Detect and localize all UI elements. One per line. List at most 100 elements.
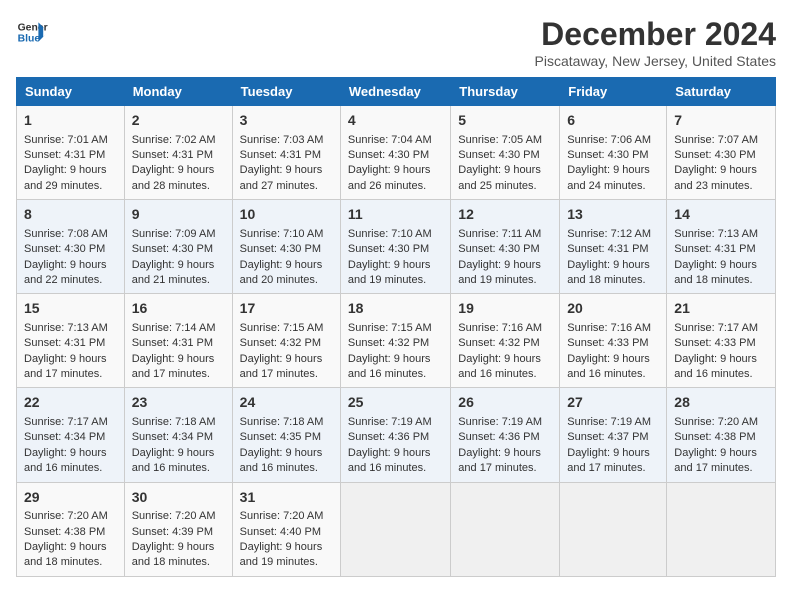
sunrise-label: Sunrise: 7:16 AM [567,322,651,334]
calendar-day-cell: 30 Sunrise: 7:20 AM Sunset: 4:39 PM Dayligh… [124,482,232,576]
sunset-label: Sunset: 4:37 PM [567,431,648,443]
calendar-day-cell: 1Sunrise: 7:01 AMSunset: 4:31 PMDaylight… [17,106,125,200]
day-number: 11 [348,205,443,225]
sunrise-label: Sunrise: 7:17 AM [674,322,758,334]
location: Piscataway, New Jersey, United States [535,53,776,69]
daylight-label: Daylight: 9 hours and 28 minutes. [132,164,215,191]
calendar-week-row: 15Sunrise: 7:13 AMSunset: 4:31 PMDayligh… [17,294,776,388]
daylight-label: Daylight: 9 hours and 19 minutes. [458,259,541,286]
sunrise-label: Sunrise: 7:12 AM [567,228,651,240]
sunset-label: Sunset: 4:30 PM [674,149,755,161]
sunrise-label: Sunrise: 7:03 AM [240,134,324,146]
sunset-label: Sunset: 4:40 PM [240,526,321,538]
sunrise-label: Sunrise: 7:18 AM [132,416,216,428]
day-number: 10 [240,205,333,225]
sunset-label: Sunset: 4:30 PM [348,149,429,161]
calendar-day-cell: 26Sunrise: 7:19 AMSunset: 4:36 PMDayligh… [451,388,560,482]
sunset-label: Sunset: 4:31 PM [567,243,648,255]
sunrise-label: Sunrise: 7:13 AM [24,322,108,334]
day-number: 30 [132,488,225,508]
calendar-day-cell: 18Sunrise: 7:15 AMSunset: 4:32 PMDayligh… [340,294,450,388]
sunset-label: Sunset: 4:31 PM [132,149,213,161]
daylight-label: Daylight: 9 hours and 29 minutes. [24,164,107,191]
calendar-day-cell: 19Sunrise: 7:16 AMSunset: 4:32 PMDayligh… [451,294,560,388]
sunrise-label: Sunrise: 7:10 AM [240,228,324,240]
day-number: 18 [348,299,443,319]
sunset-label: Sunset: 4:34 PM [132,431,213,443]
calendar-header-cell: Friday [560,78,667,106]
calendar-day-cell: 24Sunrise: 7:18 AMSunset: 4:35 PMDayligh… [232,388,340,482]
sunrise-label: Sunrise: 7:14 AM [132,322,216,334]
daylight-label: Daylight: 9 hours and 21 minutes. [132,259,215,286]
calendar-week-row: 8Sunrise: 7:08 AMSunset: 4:30 PMDaylight… [17,200,776,294]
daylight-label: Daylight: 9 hours and 27 minutes. [240,164,323,191]
day-number: 14 [674,205,768,225]
calendar-day-cell: 28Sunrise: 7:20 AMSunset: 4:38 PMDayligh… [667,388,776,482]
sunrise-label: Sunrise: 7:19 AM [348,416,432,428]
sunrise-label: Sunrise: 7:04 AM [348,134,432,146]
calendar-day-cell [667,482,776,576]
sunrise-label: Sunrise: 7:20 AM [132,510,216,522]
calendar-day-cell: 20Sunrise: 7:16 AMSunset: 4:33 PMDayligh… [560,294,667,388]
day-number: 19 [458,299,552,319]
sunset-label: Sunset: 4:36 PM [458,431,539,443]
sunset-label: Sunset: 4:33 PM [674,337,755,349]
daylight-label: Daylight: 9 hours and 16 minutes. [348,353,431,380]
day-number: 2 [132,111,225,131]
sunset-label: Sunset: 4:33 PM [567,337,648,349]
calendar-day-cell: 23Sunrise: 7:18 AMSunset: 4:34 PMDayligh… [124,388,232,482]
sunset-label: Sunset: 4:38 PM [674,431,755,443]
calendar-week-row: 22Sunrise: 7:17 AMSunset: 4:34 PMDayligh… [17,388,776,482]
daylight-label: Daylight: 9 hours and 16 minutes. [132,447,215,474]
calendar-day-cell: 22Sunrise: 7:17 AMSunset: 4:34 PMDayligh… [17,388,125,482]
sunset-label: Sunset: 4:30 PM [458,243,539,255]
sunrise-label: Sunrise: 7:02 AM [132,134,216,146]
sunrise-label: Sunrise: 7:20 AM [240,510,324,522]
svg-text:Blue: Blue [18,34,41,45]
sunrise-label: Sunrise: 7:09 AM [132,228,216,240]
daylight-label: Daylight: 9 hours and 16 minutes. [458,353,541,380]
sunset-label: Sunset: 4:36 PM [348,431,429,443]
calendar-header-row: SundayMondayTuesdayWednesdayThursdayFrid… [17,78,776,106]
sunrise-label: Sunrise: 7:17 AM [24,416,108,428]
daylight-label: Daylight: 9 hours and 17 minutes. [567,447,650,474]
logo-icon: General Blue [16,16,48,48]
sunset-label: Sunset: 4:30 PM [567,149,648,161]
calendar-table: SundayMondayTuesdayWednesdayThursdayFrid… [16,77,776,577]
day-number: 9 [132,205,225,225]
sunrise-label: Sunrise: 7:19 AM [567,416,651,428]
daylight-label: Daylight: 9 hours and 16 minutes. [567,353,650,380]
day-number: 28 [674,393,768,413]
sunrise-label: Sunrise: 7:01 AM [24,134,108,146]
daylight-label: Daylight: 9 hours and 17 minutes. [240,353,323,380]
sunrise-label: Sunrise: 7:19 AM [458,416,542,428]
day-number: 5 [458,111,552,131]
daylight-label: Daylight: 9 hours and 17 minutes. [674,447,757,474]
calendar-week-row: 1Sunrise: 7:01 AMSunset: 4:31 PMDaylight… [17,106,776,200]
sunset-label: Sunset: 4:31 PM [24,149,105,161]
sunset-label: Sunset: 4:39 PM [132,526,213,538]
daylight-label: Daylight: 9 hours and 16 minutes. [674,353,757,380]
calendar-day-cell: 4Sunrise: 7:04 AMSunset: 4:30 PMDaylight… [340,106,450,200]
day-number: 7 [674,111,768,131]
calendar-day-cell: 29Sunrise: 7:20 AMSunset: 4:38 PMDayligh… [17,482,125,576]
day-number: 25 [348,393,443,413]
daylight-label: Daylight: 9 hours and 20 minutes. [240,259,323,286]
daylight-label: Daylight: 9 hours and 18 minutes. [567,259,650,286]
day-number: 26 [458,393,552,413]
calendar-day-cell: 31Sunrise: 7:20 AMSunset: 4:40 PMDayligh… [232,482,340,576]
sunset-label: Sunset: 4:32 PM [348,337,429,349]
daylight-label: Daylight: 9 hours and 17 minutes. [132,353,215,380]
calendar-day-cell: 21Sunrise: 7:17 AMSunset: 4:33 PMDayligh… [667,294,776,388]
sunset-label: Sunset: 4:30 PM [458,149,539,161]
day-number: 27 [567,393,659,413]
calendar-day-cell: 27 Sunrise: 7:19 AM Sunset: 4:37 PM Dayligh… [560,388,667,482]
sunrise-label: Sunrise: 7:11 AM [458,228,541,240]
sunset-label: Sunset: 4:35 PM [240,431,321,443]
daylight-label: Daylight: 9 hours and 18 minutes. [132,541,215,568]
calendar-header-cell: Thursday [451,78,560,106]
day-number: 13 [567,205,659,225]
sunset-label: Sunset: 4:30 PM [24,243,105,255]
calendar-day-cell: 15Sunrise: 7:13 AMSunset: 4:31 PMDayligh… [17,294,125,388]
day-number: 8 [24,205,117,225]
